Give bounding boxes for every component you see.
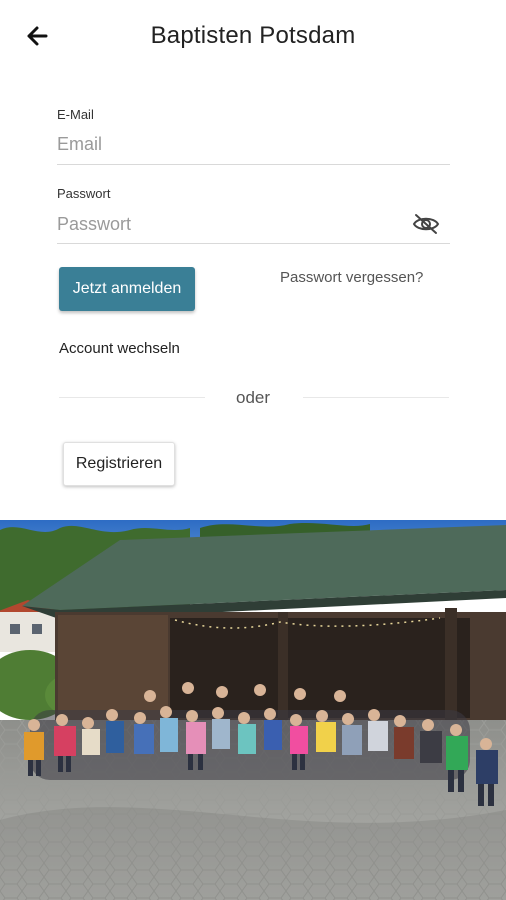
group-photo-image (0, 520, 506, 900)
divider-right (303, 397, 449, 398)
register-button[interactable]: Registrieren (63, 442, 175, 486)
divider-label: oder (235, 388, 271, 407)
hero-photo (0, 520, 506, 900)
page-title: Baptisten Potsdam (150, 22, 356, 49)
password-label: Passwort (57, 186, 111, 201)
app-bar: Baptisten Potsdam (0, 0, 506, 76)
password-input[interactable] (57, 207, 407, 241)
forgot-password-link[interactable]: Passwort vergessen? (280, 269, 423, 286)
email-label: E-Mail (57, 107, 94, 122)
login-button[interactable]: Jetzt anmelden (59, 267, 195, 311)
eye-off-icon (412, 214, 440, 234)
switch-account-link[interactable]: Account wechseln (59, 340, 180, 357)
email-underline (57, 164, 450, 165)
password-visibility-toggle[interactable] (412, 212, 440, 236)
email-input[interactable] (57, 127, 449, 161)
password-underline (57, 243, 450, 244)
